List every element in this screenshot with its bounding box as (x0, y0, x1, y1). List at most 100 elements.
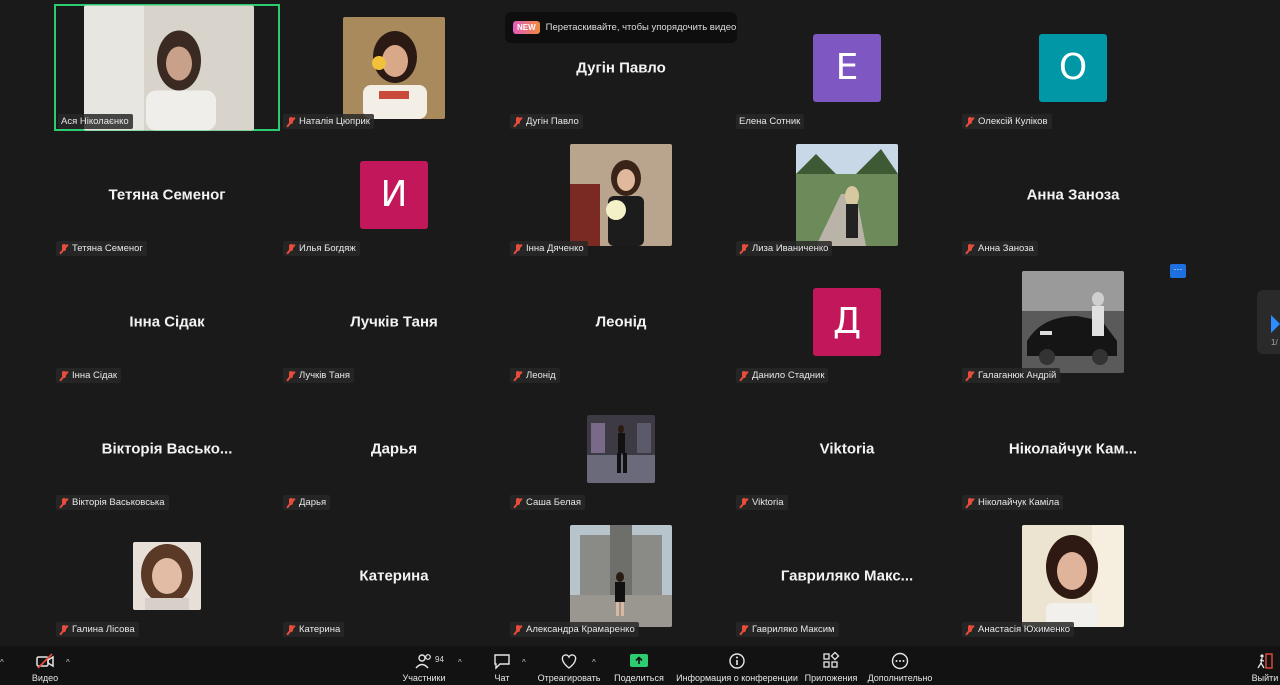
mic-muted-icon (739, 624, 749, 635)
participant-avatar: И (360, 160, 428, 229)
chat-icon (494, 654, 510, 670)
participant-video (84, 5, 254, 131)
mic-muted-icon (59, 624, 69, 635)
chevron-up-icon[interactable]: ^ (66, 658, 70, 667)
participant-tile-inna-s[interactable]: Інна Сідак Інна Сідак (54, 258, 280, 385)
video-grid: Ася Ніколаєнко Наталія Цюприк Дугін Павл… (0, 0, 1280, 646)
participant-name-tag: Дарья (283, 495, 331, 510)
mic-muted-icon (286, 497, 296, 508)
info-icon (729, 653, 745, 669)
participant-name-tag: Лучків Таня (283, 368, 355, 383)
participant-name-tag: Ніколайчук Каміла (962, 495, 1064, 510)
participant-display-name: Дарья (370, 440, 418, 457)
meeting-toolbar: ^ Видео ^ Участники 94 ^ Чат ^ Отреагиро… (0, 646, 1280, 685)
mic-muted-icon (59, 243, 69, 254)
participant-tile-luchkiv[interactable]: Лучків Таня Лучків Таня (281, 258, 507, 385)
more-options-button[interactable]: ··· (1170, 264, 1186, 278)
participants-icon (415, 654, 431, 669)
participant-name-tag: Гавриляко Максим (736, 622, 839, 637)
share-screen-icon (630, 654, 648, 667)
participants-count: 94 (435, 655, 444, 664)
new-badge: NEW (513, 21, 540, 34)
participant-tile-olena[interactable]: Е Елена Сотник (734, 4, 960, 131)
chevron-up-icon[interactable]: ^ (458, 658, 462, 667)
participant-tile-oleksandra[interactable]: Александра Крамаренко (508, 512, 734, 639)
participant-display-name: Viktoria (819, 440, 875, 457)
participant-display-name: Інна Сідак (129, 313, 205, 330)
participant-video (1022, 524, 1124, 627)
participant-name-tag: Лиза Иваниченко (736, 241, 833, 256)
participant-tile-anastasiia[interactable]: Анастасія Юхименко (960, 512, 1186, 639)
leave-button[interactable]: Выйти (1250, 646, 1280, 685)
participant-name-tag: Илья Богдяж (283, 241, 360, 256)
participant-display-name: Вікторія Васько... (101, 440, 233, 457)
mic-muted-icon (965, 370, 975, 381)
participant-name-tag: Александра Крамаренко (510, 622, 639, 637)
participant-tile-tetiana[interactable]: Тетяна Семеног Тетяна Семеног (54, 131, 280, 258)
participant-tile-leonid[interactable]: Леонід Леонід (508, 258, 734, 385)
participant-tile-illia[interactable]: И Илья Богдяж (281, 131, 507, 258)
participant-display-name: Ніколайчук Кам... (1008, 440, 1138, 457)
participant-video (1022, 270, 1124, 373)
participant-display-name: Катерина (359, 567, 429, 584)
participant-tile-havryliako[interactable]: Гавриляко Макс... Гавриляко Максим (734, 512, 960, 639)
participant-tile-nikolaichuk[interactable]: Ніколайчук Кам... Ніколайчук Каміла (960, 385, 1186, 512)
mic-muted-icon (965, 497, 975, 508)
more-icon (891, 652, 909, 670)
arrow-right-icon (1271, 315, 1280, 333)
participant-name-tag: Саша Белая (510, 495, 585, 510)
meeting-info-button[interactable]: Информация о конференции (676, 646, 798, 685)
mic-muted-icon (59, 497, 69, 508)
participant-tile-halyna[interactable]: Галина Лісова (54, 512, 280, 639)
apps-button[interactable]: Приложения (804, 646, 858, 685)
banner-text: Перетаскивайте, чтобы упорядочить видео (545, 22, 737, 33)
participant-tile-liza[interactable]: Лиза Иваниченко (734, 131, 960, 258)
participant-tile-oleksii[interactable]: О Олексій Куліков (960, 4, 1186, 131)
participant-name-tag: Олексій Куліков (962, 114, 1052, 129)
participant-avatar: О (1039, 33, 1107, 102)
mic-muted-icon (965, 116, 975, 127)
mic-muted-icon (59, 370, 69, 381)
participant-video (587, 414, 655, 483)
participant-tile-inna-d[interactable]: Інна Дяченко (508, 131, 734, 258)
mic-muted-icon (286, 116, 296, 127)
participant-display-name: Гавриляко Макс... (780, 567, 914, 584)
participant-name-tag: Леонід (510, 368, 560, 383)
participant-tile-kateryna[interactable]: Катерина Катерина (281, 512, 507, 639)
next-page-button[interactable]: 1/ (1257, 290, 1280, 354)
participant-tile-viktoriia[interactable]: Вікторія Васько... Вікторія Васьковська (54, 385, 280, 512)
participant-name-tag: Елена Сотник (736, 114, 805, 129)
share-screen-button[interactable]: Поделиться (614, 646, 664, 685)
participant-tile-anna[interactable]: Анна Заноза Анна Заноза (960, 131, 1186, 258)
chevron-up-icon[interactable]: ^ (0, 658, 4, 667)
participant-tile-viktoria-en[interactable]: Viktoria Viktoria (734, 385, 960, 512)
participant-tile-danylo[interactable]: Д Данило Стадник (734, 258, 960, 385)
participant-name-tag: Катерина (283, 622, 345, 637)
participant-display-name: Леонід (595, 313, 647, 330)
chevron-up-icon[interactable]: ^ (522, 658, 526, 667)
chevron-up-icon[interactable]: ^ (592, 658, 596, 667)
chat-button[interactable]: Чат (488, 646, 516, 685)
participant-tile-halahaniuk[interactable]: Галаганюк Андрій (960, 258, 1186, 385)
participant-tile-darya[interactable]: Дарья Дарья (281, 385, 507, 512)
mic-muted-icon (513, 116, 523, 127)
participant-name-tag: Галина Лісова (56, 622, 139, 637)
mic-muted-icon (965, 243, 975, 254)
participant-name-tag: Інна Сідак (56, 368, 122, 383)
participant-name-tag: Viktoria (736, 495, 788, 510)
mic-muted-icon (965, 624, 975, 635)
video-button[interactable]: Видео (28, 646, 62, 685)
react-button[interactable]: Отреагировать (538, 646, 600, 685)
participant-tile-asya[interactable]: Ася Ніколаєнко (54, 4, 280, 131)
participant-name-tag: Анна Заноза (962, 241, 1038, 256)
participant-display-name: Анна Заноза (1026, 186, 1120, 203)
mic-muted-icon (739, 497, 749, 508)
participant-name-tag: Дугін Павло (510, 114, 583, 129)
participants-button[interactable]: Участники (400, 646, 448, 685)
participant-display-name: Тетяна Семеног (108, 186, 226, 203)
participant-tile-sasha[interactable]: Саша Белая (508, 385, 734, 512)
participant-name-tag: Анастасія Юхименко (962, 622, 1075, 637)
more-button[interactable]: Дополнительно (866, 646, 934, 685)
leave-icon (1257, 653, 1273, 669)
participant-tile-nataliia[interactable]: Наталія Цюприк (281, 4, 507, 131)
